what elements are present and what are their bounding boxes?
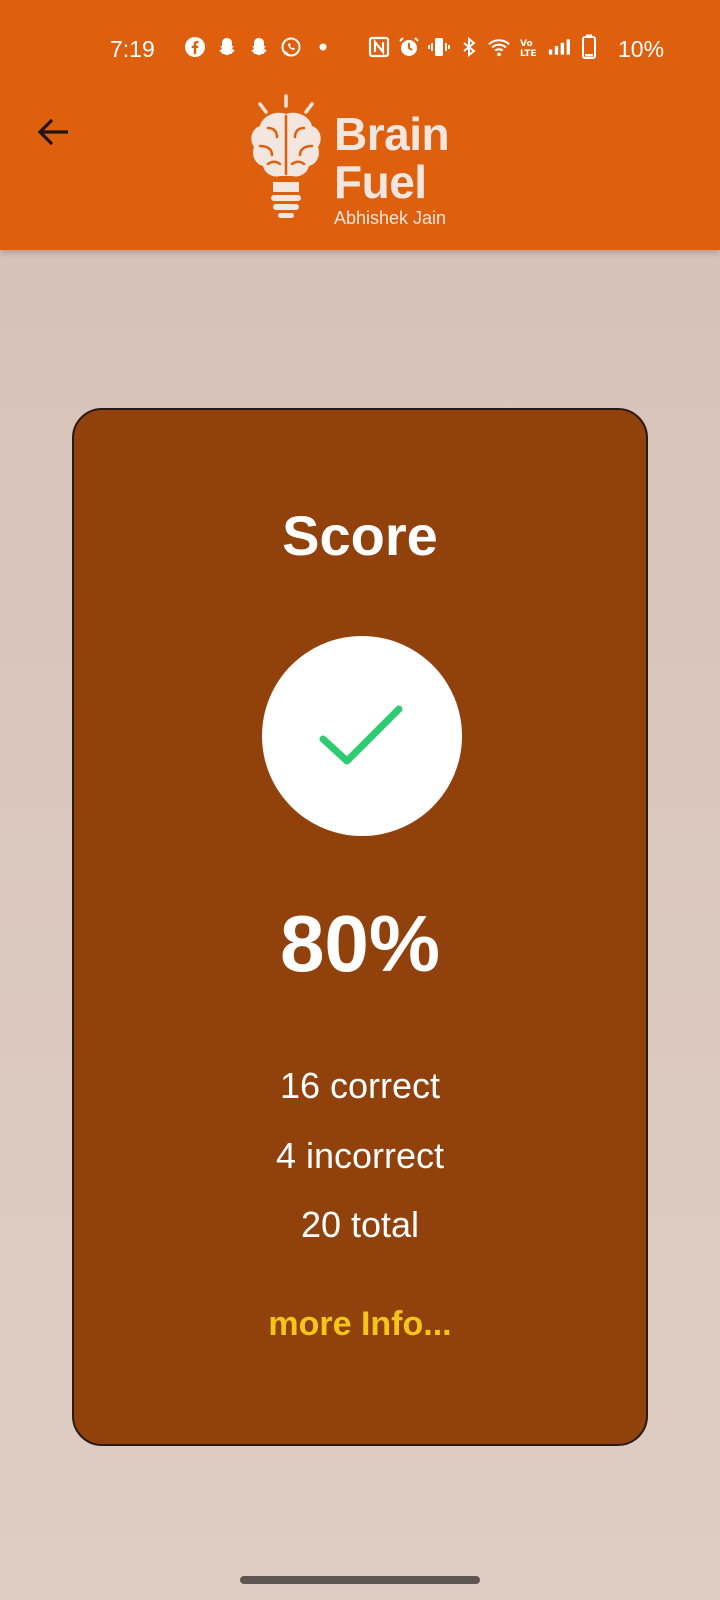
correct-count: 16 correct (279, 1065, 441, 1106)
status-bar: 7:19 Vo LTE 10% (0, 28, 720, 68)
system-icons: Vo LTE (368, 34, 600, 59)
score-percent: 80% (279, 899, 441, 988)
battery-icon (578, 34, 600, 59)
app-author: Abhishek Jain (334, 208, 447, 228)
total-count: 20 total (300, 1204, 420, 1245)
dot-icon (312, 36, 334, 58)
volte-icon: Vo LTE (518, 36, 540, 58)
arrow-left-icon (37, 118, 68, 146)
battery-percent: 10% (618, 36, 665, 62)
nfc-icon (368, 36, 390, 58)
status-time: 7:19 (110, 36, 155, 62)
snapchat-icon (248, 36, 270, 58)
brain-bulb-icon (251, 94, 321, 218)
app-title: Brain Fuel (334, 108, 450, 208)
vibrate-icon (428, 36, 450, 58)
app-bar: 7:19 Vo LTE 10% Brain Fuel Abhishek Jain (0, 0, 720, 250)
more-info-link[interactable]: more Info... (74, 1305, 646, 1344)
svg-text:LTE: LTE (520, 49, 537, 58)
home-indicator[interactable] (240, 1576, 480, 1584)
alarm-icon (398, 36, 420, 58)
result-badge (262, 636, 462, 836)
brain-fuel-logo: Brain Fuel Abhishek Jain (246, 94, 476, 234)
whatsapp-icon (280, 36, 302, 58)
score-card: Score 80% 16 correct 4 incorrect 20 tota… (72, 408, 648, 1446)
notification-icons (184, 36, 334, 58)
wifi-icon (488, 36, 510, 58)
signal-icon (548, 36, 570, 58)
incorrect-count: 4 incorrect (275, 1135, 445, 1176)
checkmark-icon (319, 705, 403, 765)
svg-text:Vo: Vo (520, 39, 533, 49)
back-button[interactable] (30, 108, 78, 156)
facebook-icon (184, 36, 206, 58)
snapchat-icon (216, 36, 238, 58)
score-title: Score (282, 504, 438, 567)
bluetooth-icon (458, 36, 480, 58)
